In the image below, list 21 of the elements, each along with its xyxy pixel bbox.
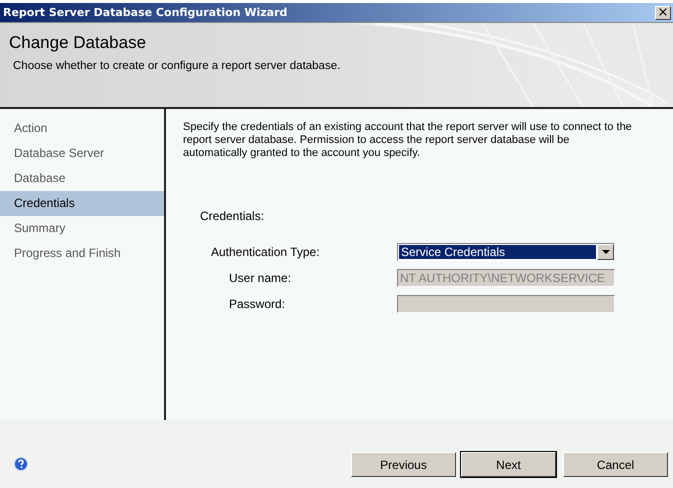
window-title: Report Server Database Configuration Wizard [3, 6, 288, 19]
sidebar-item[interactable]: Database Server [0, 141, 164, 166]
page-title: Change Database [9, 33, 146, 53]
sidebar-item[interactable]: Summary [0, 216, 164, 241]
page-subtitle: Choose whether to create or configure a report server database. [12, 60, 342, 72]
field-label: User name: [228, 271, 292, 285]
close-button[interactable]: × [655, 6, 671, 20]
section-label: Credentials: [200, 209, 264, 223]
sidebar-item[interactable]: Database [0, 166, 164, 191]
caret-icon [602, 250, 610, 254]
field-label: Authentication Type: [210, 245, 321, 259]
wizard-button[interactable]: Next [461, 452, 556, 477]
description-text: Specify the credentials of an existing account that the report server will use to connect to the report server database. Permission to access the report server database will be automatically granted to the account you specify. [183, 121, 633, 160]
field-label: Password: [228, 297, 286, 311]
wizard-button[interactable]: Previous [351, 452, 456, 477]
sidebar-item[interactable]: Credentials [0, 191, 164, 216]
sidebar-item[interactable]: Action [0, 116, 164, 141]
authentication-dropdown[interactable]: Service Credentials [397, 243, 615, 261]
sidebar-item[interactable]: Progress and Finish [0, 241, 164, 266]
wizard-button[interactable]: Cancel [563, 452, 668, 477]
help-icon[interactable] [14, 457, 28, 471]
